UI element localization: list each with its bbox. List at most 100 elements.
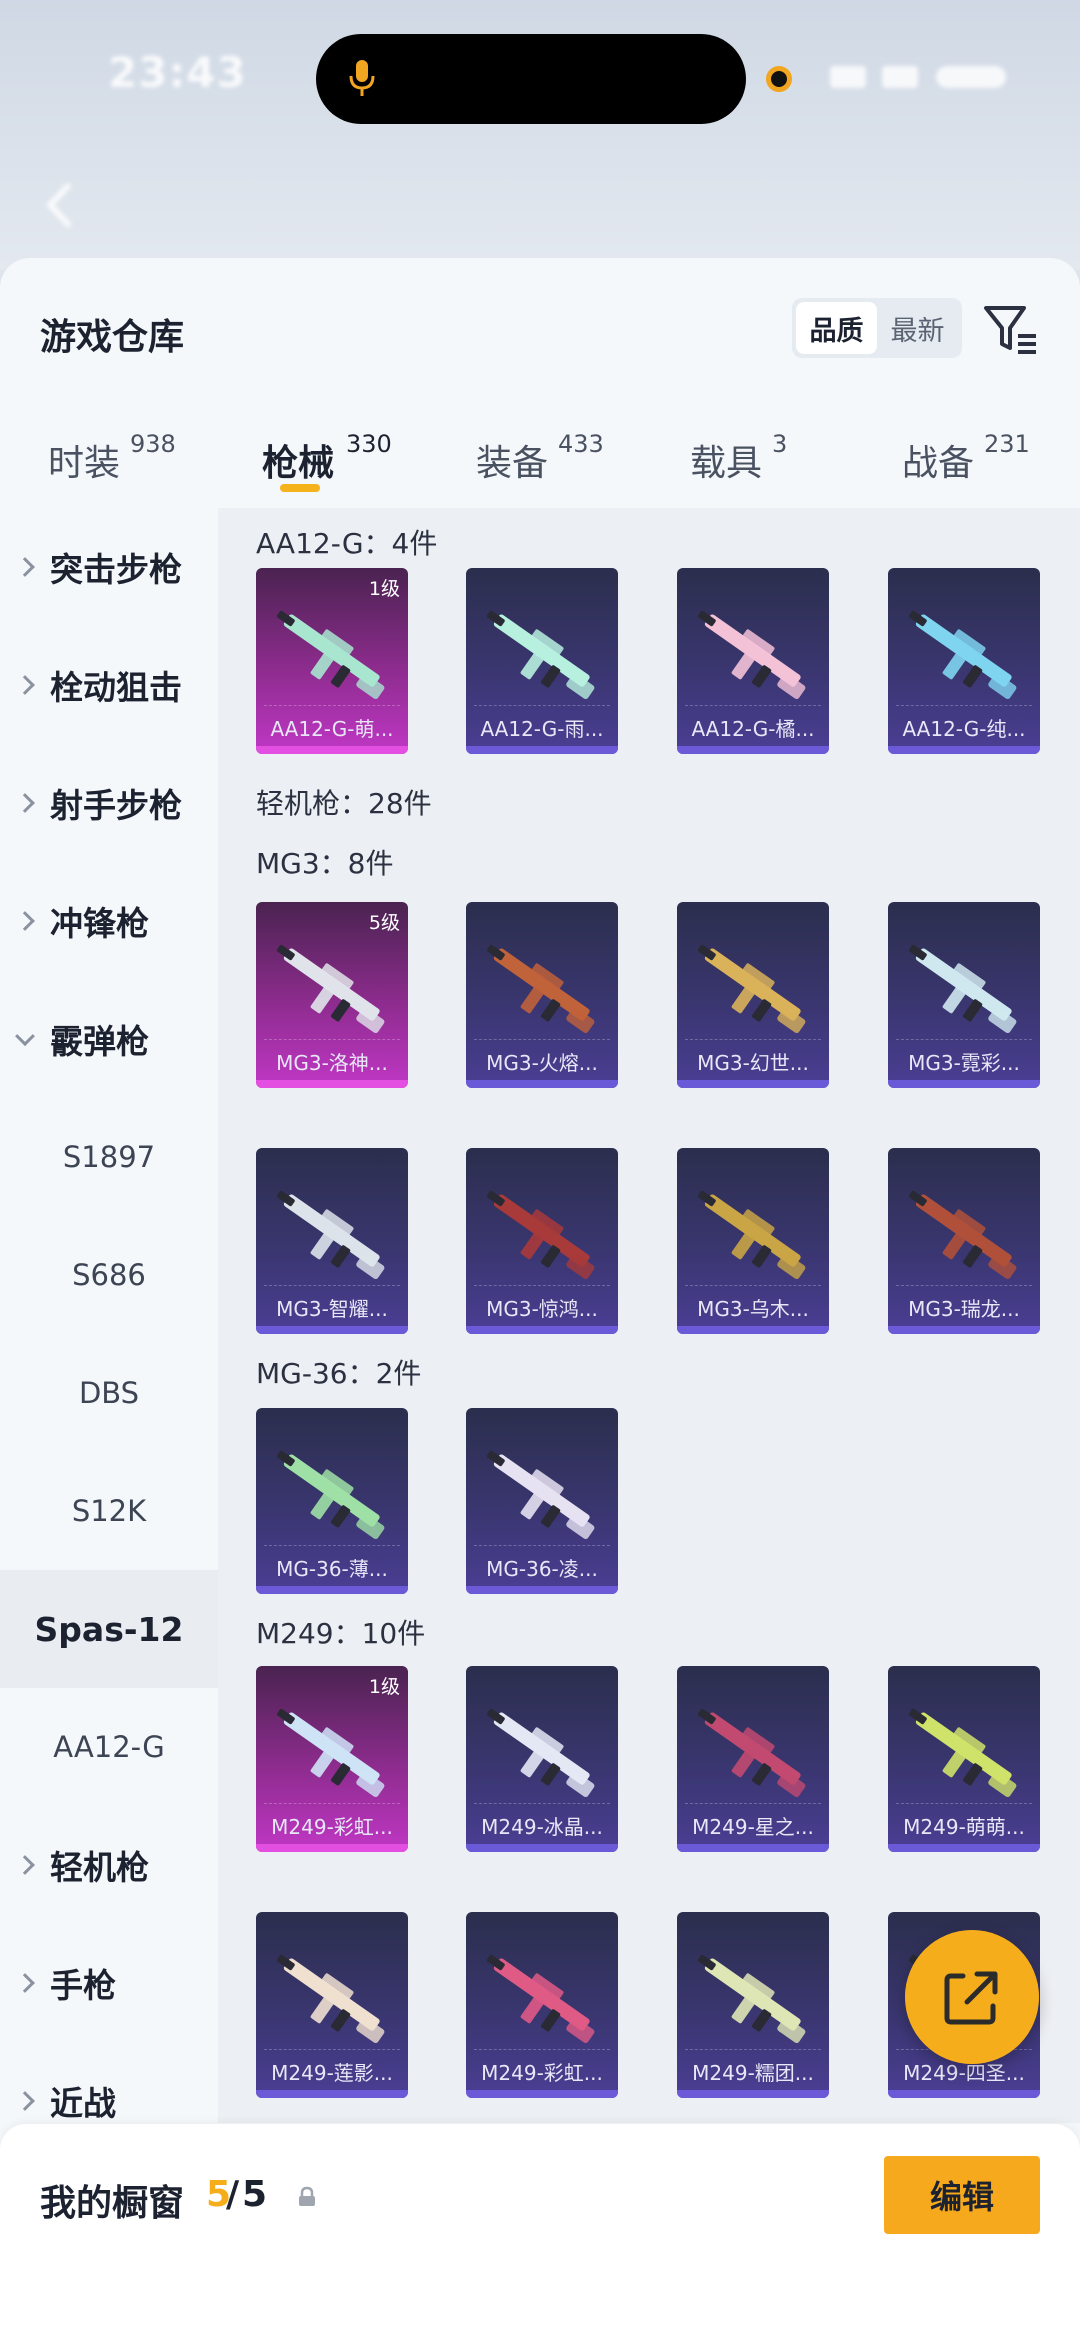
card-rarity-bar (888, 1080, 1040, 1088)
weapon-card[interactable]: 1级 M249-彩虹... (256, 1666, 408, 1852)
sidebar-item-label: 霰弹枪 (50, 1022, 149, 1061)
status-time: 23:43 (108, 48, 247, 97)
weapon-card[interactable]: AA12-G-雨... (466, 568, 618, 754)
section-label-aa12g: AA12-G：4件 (256, 527, 438, 560)
weapon-card[interactable]: M249-星之... (677, 1666, 829, 1852)
chevron-right-icon (15, 1973, 35, 1993)
weapon-card[interactable]: M249-糯团... (677, 1912, 829, 2098)
filter-icon[interactable] (982, 300, 1040, 358)
card-divider (685, 2049, 821, 2050)
weapon-icon (698, 1708, 806, 1797)
card-divider (264, 1039, 400, 1040)
weapon-card[interactable]: MG3-幻世... (677, 902, 829, 1088)
mic-icon (349, 60, 375, 96)
card-divider (896, 1285, 1032, 1286)
tab-label: 枪械 (262, 443, 335, 484)
weapon-card[interactable]: M249-莲影... (256, 1912, 408, 2098)
card-divider (474, 1545, 610, 1546)
weapon-card[interactable]: MG3-霓彩... (888, 902, 1040, 1088)
card-rarity-bar (466, 1326, 618, 1334)
weapon-card[interactable]: AA12-G-纯... (888, 568, 1040, 754)
weapon-card[interactable]: 1级 AA12-G-萌... (256, 568, 408, 754)
card-name: M249-糯团... (692, 2061, 814, 2085)
card-divider (474, 1285, 610, 1286)
card-divider (474, 705, 610, 706)
sidebar-item-label: 冲锋枪 (50, 904, 149, 943)
share-icon[interactable] (905, 1930, 1039, 2064)
weapon-type-sidebar: 突击步枪 栓动狙击 射手步枪 冲锋枪 霰弹枪 S1897 S686 DBS S1… (0, 508, 218, 2123)
sidebar-item-bolt-sniper[interactable]: 栓动狙击 (0, 626, 218, 744)
weapon-icon (909, 1708, 1017, 1797)
sort-quality[interactable]: 品质 (796, 302, 877, 354)
weapon-card[interactable]: 5级 MG3-洛神... (256, 902, 408, 1088)
card-divider (685, 1285, 821, 1286)
weapon-icon (909, 610, 1017, 699)
card-name: M249-星之... (692, 1815, 814, 1839)
card-level-badge: 1级 (368, 1676, 400, 1698)
card-rarity-bar (677, 2090, 829, 2098)
weapon-card[interactable]: MG3-火熔... (466, 902, 618, 1088)
weapon-card[interactable]: MG-36-薄... (256, 1408, 408, 1594)
weapon-card[interactable]: MG3-惊鸿... (466, 1148, 618, 1334)
sidebar-sub-s1897[interactable]: S1897 (0, 1098, 218, 1216)
card-divider (896, 1039, 1032, 1040)
weapon-icon (277, 944, 385, 1033)
weapon-card[interactable]: MG3-乌木... (677, 1148, 829, 1334)
sidebar-sub-spas12[interactable]: Spas-12 (0, 1570, 218, 1688)
showcase-label: 我的橱窗 (40, 2183, 185, 2224)
sidebar-sub-dbs[interactable]: DBS (0, 1334, 218, 1452)
card-rarity-bar (888, 1844, 1040, 1852)
sidebar-sub-s686[interactable]: S686 (0, 1216, 218, 1334)
sort-newest[interactable]: 最新 (877, 302, 958, 354)
weapon-icon (487, 1190, 595, 1279)
back-icon[interactable] (40, 180, 80, 230)
weapon-icon (909, 1190, 1017, 1279)
card-divider (264, 1545, 400, 1546)
privacy-indicator (766, 66, 792, 92)
tab-label: 战备 (902, 443, 975, 484)
sidebar-item-marksman-rifle[interactable]: 射手步枪 (0, 744, 218, 862)
weapon-card[interactable]: M249-萌萌... (888, 1666, 1040, 1852)
chevron-right-icon (15, 2091, 35, 2111)
card-name: MG-36-薄... (276, 1557, 388, 1581)
weapon-card[interactable]: M249-冰晶... (466, 1666, 618, 1852)
sidebar-sub-aa12g[interactable]: AA12-G (0, 1688, 218, 1806)
weapon-icon (487, 1708, 595, 1797)
card-name: MG3-霓彩... (908, 1051, 1020, 1075)
sidebar-item-shotgun[interactable]: 霰弹枪 (0, 980, 218, 1098)
card-divider (474, 1803, 610, 1804)
chevron-right-icon (15, 675, 35, 695)
card-rarity-bar (256, 1844, 408, 1852)
card-level-badge: 1级 (368, 578, 400, 600)
card-divider (685, 705, 821, 706)
weapon-card[interactable]: AA12-G-橘... (677, 568, 829, 754)
sidebar-sub-s12k[interactable]: S12K (0, 1452, 218, 1570)
card-name: MG3-洛神... (276, 1051, 388, 1075)
tab-count: 3 (772, 430, 788, 458)
tab-count: 231 (984, 430, 1030, 458)
sidebar-item-assault-rifle[interactable]: 突击步枪 (0, 508, 218, 626)
card-name: M249-萌萌... (903, 1815, 1025, 1839)
sort-toggle[interactable]: 品质 最新 (792, 298, 962, 358)
card-divider (896, 705, 1032, 706)
card-name: MG3-惊鸿... (486, 1297, 598, 1321)
tab-count: 938 (130, 430, 176, 458)
card-rarity-bar (256, 2090, 408, 2098)
sidebar-item-label: 轻机枪 (50, 1848, 149, 1887)
section-label-m249: M249：10件 (256, 1617, 426, 1650)
chevron-right-icon (15, 1855, 35, 1875)
weapon-card[interactable]: MG3-瑞龙... (888, 1148, 1040, 1334)
weapon-icon (487, 1450, 595, 1539)
card-level-badge: 5级 (368, 912, 400, 934)
sidebar-item-lmg[interactable]: 轻机枪 (0, 1806, 218, 1924)
weapon-card[interactable]: MG-36-凌... (466, 1408, 618, 1594)
weapon-card[interactable]: MG3-智耀... (256, 1148, 408, 1334)
edit-button[interactable]: 编辑 (884, 2156, 1040, 2234)
section-label-mg36: MG-36：2件 (256, 1357, 422, 1390)
section-label-lmg: 轻机枪：28件 (256, 787, 432, 820)
sidebar-item-pistol[interactable]: 手枪 (0, 1924, 218, 2042)
card-name: M249-彩虹... (481, 2061, 603, 2085)
sidebar-item-smg[interactable]: 冲锋枪 (0, 862, 218, 980)
card-divider (685, 1803, 821, 1804)
weapon-card[interactable]: M249-彩虹... (466, 1912, 618, 2098)
